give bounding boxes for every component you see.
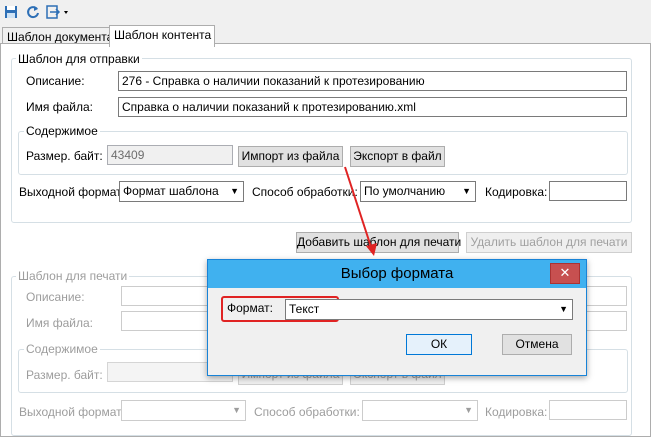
add-print-template-button[interactable]: Добавить шаблон для печати xyxy=(296,232,461,253)
size-field: 43409 xyxy=(107,145,233,165)
print-output-format-label: Выходной формат: xyxy=(19,405,125,419)
print-processing-select[interactable]: ▼ xyxy=(362,400,478,421)
print-content-legend: Содержимое xyxy=(24,342,100,356)
print-output-format-select[interactable]: ▼ xyxy=(121,400,246,421)
format-select-dialog: Выбор формата ✕ Формат: Текст ▼ ОК Отмен… xyxy=(207,259,587,376)
tab-content-template[interactable]: Шаблон контента xyxy=(109,25,215,47)
output-format-label: Выходной формат: xyxy=(19,185,125,199)
tab-strip: Шаблон документа Шаблон контента xyxy=(0,24,651,47)
output-format-value: Формат шаблона xyxy=(123,184,219,198)
content-panel: Шаблон для отправки Описание: 276 - Спра… xyxy=(0,43,651,437)
annotation-spacer xyxy=(339,144,449,169)
size-label: Размер. байт: xyxy=(26,149,103,163)
dialog-body: Формат: Текст ▼ ОК Отмена xyxy=(213,288,579,369)
format-select[interactable]: Текст ▼ xyxy=(285,299,573,320)
format-value: Текст xyxy=(289,302,320,316)
chevron-down-icon: ▼ xyxy=(232,405,241,415)
chevron-down-icon: ▼ xyxy=(462,186,471,196)
import-from-file-button[interactable]: Импорт из файла xyxy=(238,146,343,167)
dialog-title-bar[interactable]: Выбор формата ✕ xyxy=(208,260,586,288)
cancel-button[interactable]: Отмена xyxy=(502,334,572,355)
print-processing-label: Способ обработки: xyxy=(254,405,360,419)
dialog-title: Выбор формата xyxy=(340,265,454,282)
print-encoding-field[interactable] xyxy=(549,400,627,420)
output-format-select[interactable]: Формат шаблона ▼ xyxy=(119,181,244,202)
chevron-down-icon: ▼ xyxy=(559,304,568,314)
close-icon[interactable]: ✕ xyxy=(550,263,580,284)
processing-select[interactable]: По умолчанию ▼ xyxy=(360,181,476,202)
processing-value: По умолчанию xyxy=(364,184,446,198)
print-encoding-label: Кодировка: xyxy=(485,405,548,419)
filename-field[interactable]: Справка о наличии показаний к протезиров… xyxy=(118,97,627,117)
send-template-legend: Шаблон для отправки xyxy=(16,52,142,66)
processing-label: Способ обработки: xyxy=(252,185,358,199)
description-label: Описание: xyxy=(26,74,85,88)
encoding-label: Кодировка: xyxy=(485,185,548,199)
chevron-down-icon: ▼ xyxy=(230,186,239,196)
export-menu-icon[interactable] xyxy=(45,3,71,21)
send-content-legend: Содержимое xyxy=(24,124,100,138)
encoding-field[interactable] xyxy=(549,181,627,201)
print-size-label: Размер. байт: xyxy=(26,368,103,382)
format-label: Формат: xyxy=(227,301,273,315)
save-icon[interactable] xyxy=(2,3,20,21)
print-description-label: Описание: xyxy=(26,290,85,304)
print-filename-label: Имя файла: xyxy=(26,316,93,330)
description-field[interactable]: 276 - Справка о наличии показаний к прот… xyxy=(118,71,627,91)
filename-label: Имя файла: xyxy=(26,100,93,114)
toolbar xyxy=(0,0,651,24)
chevron-down-icon: ▼ xyxy=(464,405,473,415)
print-template-legend: Шаблон для печати xyxy=(16,269,130,283)
ok-button[interactable]: ОК xyxy=(406,334,472,355)
refresh-icon[interactable] xyxy=(24,3,42,21)
remove-print-template-button[interactable]: Удалить шаблон для печати xyxy=(466,232,632,253)
